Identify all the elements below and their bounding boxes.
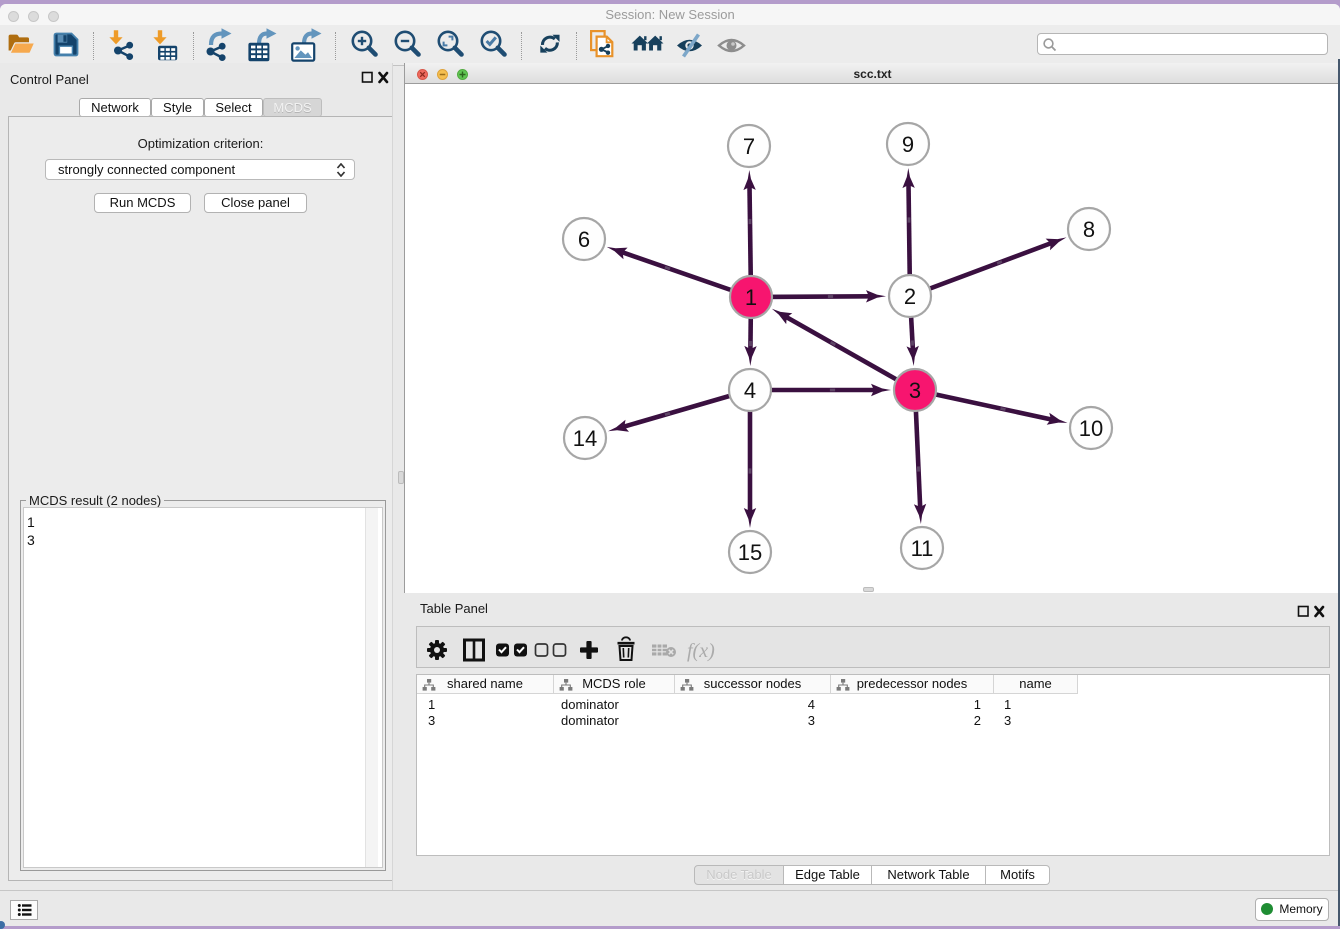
svg-text:1: 1 bbox=[745, 285, 757, 310]
svg-text:11: 11 bbox=[911, 536, 934, 561]
svg-text:7: 7 bbox=[743, 134, 755, 159]
svg-text:14: 14 bbox=[573, 426, 597, 451]
svg-text:f(x): f(x) bbox=[687, 640, 715, 662]
svg-text:15: 15 bbox=[738, 540, 762, 565]
svg-text:8: 8 bbox=[1083, 217, 1095, 242]
svg-text:3: 3 bbox=[909, 378, 921, 403]
svg-text:2: 2 bbox=[904, 284, 916, 309]
svg-text:10: 10 bbox=[1079, 416, 1103, 441]
svg-text:9: 9 bbox=[902, 132, 914, 157]
svg-text:4: 4 bbox=[744, 378, 756, 403]
svg-text:6: 6 bbox=[578, 227, 590, 252]
